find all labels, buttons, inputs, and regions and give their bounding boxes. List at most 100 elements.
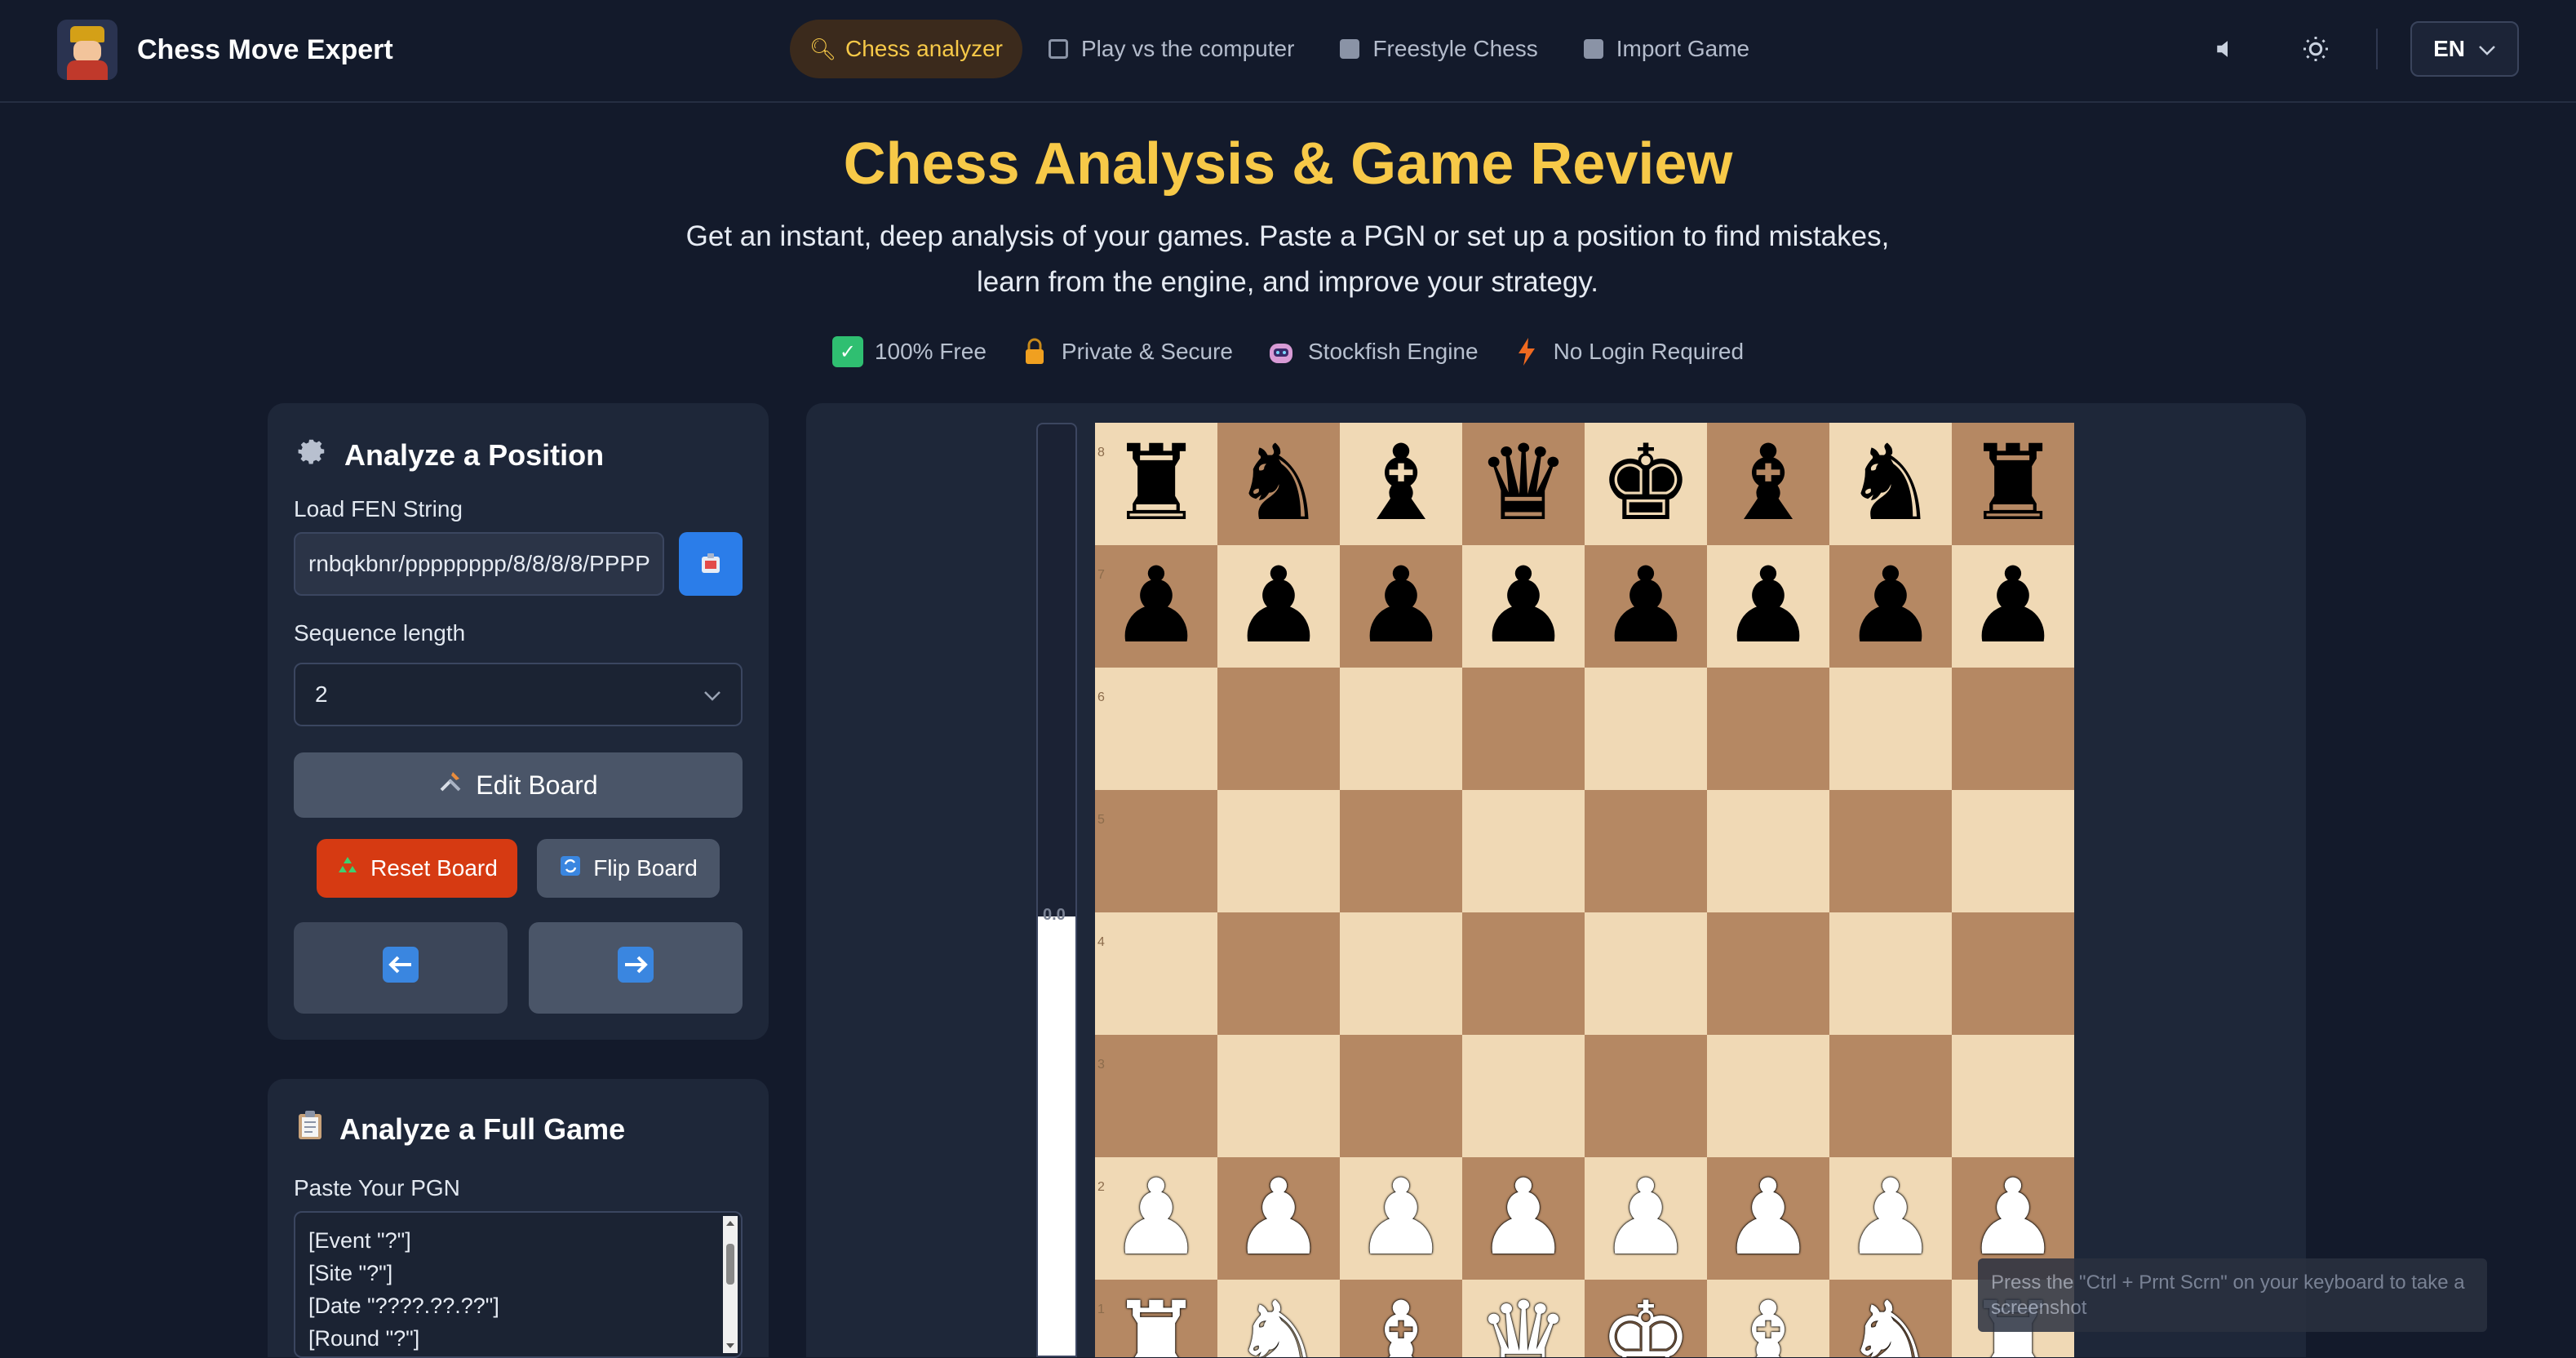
board-square[interactable] [1462, 1035, 1585, 1157]
board-square[interactable]: 2 ♟ [1095, 1157, 1217, 1280]
board-square[interactable]: ♟ [1707, 1157, 1829, 1280]
board-square[interactable]: ♟ [1340, 1157, 1462, 1280]
black-pawn-icon[interactable]: ♟ [1462, 545, 1585, 668]
board-square[interactable]: ♞ [1217, 423, 1340, 545]
nav-import-game[interactable]: Import Game [1564, 20, 1769, 78]
board-square[interactable] [1829, 790, 1952, 912]
board-square[interactable]: ♚ [1585, 1280, 1707, 1357]
board-square[interactable]: ♝ [1340, 423, 1462, 545]
board-square[interactable]: ♟ [1829, 545, 1952, 668]
reset-board-button[interactable]: Reset Board [317, 839, 517, 898]
black-pawn-icon[interactable]: ♟ [1829, 545, 1952, 668]
board-square[interactable]: 5 [1095, 790, 1217, 912]
white-rook-icon[interactable]: ♜ [1095, 1280, 1217, 1358]
black-bishop-icon[interactable]: ♝ [1707, 423, 1829, 545]
board-square[interactable]: 4 [1095, 912, 1217, 1035]
board-square[interactable]: ♟ [1707, 545, 1829, 668]
board-square[interactable] [1829, 1035, 1952, 1157]
board-square[interactable]: ♟ [1952, 545, 2074, 668]
board-square[interactable]: ♞ [1829, 1280, 1952, 1357]
board-square[interactable] [1585, 668, 1707, 790]
board-square[interactable] [1217, 912, 1340, 1035]
black-queen-icon[interactable]: ♛ [1462, 423, 1585, 545]
board-square[interactable]: 3 [1095, 1035, 1217, 1157]
next-move-button[interactable] [529, 922, 743, 1014]
board-square[interactable]: ♛ [1462, 423, 1585, 545]
board-square[interactable] [1952, 668, 2074, 790]
board-square[interactable]: ♚ [1585, 423, 1707, 545]
white-pawn-icon[interactable]: ♟ [1585, 1157, 1707, 1280]
sequence-length-select[interactable]: 2 [294, 663, 743, 726]
board-square[interactable]: 6 [1095, 668, 1217, 790]
board-square[interactable] [1462, 912, 1585, 1035]
brand[interactable]: Chess Move Expert [57, 20, 393, 80]
board-square[interactable]: ♟ [1585, 545, 1707, 668]
board-square[interactable] [1340, 912, 1462, 1035]
board-square[interactable]: ♟ [1585, 1157, 1707, 1280]
board-square[interactable]: ♝ [1707, 423, 1829, 545]
board-square[interactable]: ♟ [1217, 545, 1340, 668]
board-square[interactable] [1340, 668, 1462, 790]
edit-board-button[interactable]: Edit Board [294, 752, 743, 818]
prev-move-button[interactable] [294, 922, 508, 1014]
board-square[interactable] [1707, 668, 1829, 790]
board-square[interactable] [1340, 790, 1462, 912]
board-square[interactable] [1585, 1035, 1707, 1157]
white-knight-icon[interactable]: ♞ [1217, 1280, 1340, 1358]
board-square[interactable]: 1 ♜ [1095, 1280, 1217, 1357]
white-pawn-icon[interactable]: ♟ [1340, 1157, 1462, 1280]
board-square[interactable] [1217, 790, 1340, 912]
board-square[interactable] [1707, 1035, 1829, 1157]
black-knight-icon[interactable]: ♞ [1829, 423, 1952, 545]
board-square[interactable]: ♟ [1462, 1157, 1585, 1280]
flip-board-button[interactable]: Flip Board [537, 839, 720, 898]
sun-icon[interactable] [2288, 21, 2343, 77]
board-square[interactable]: ♟ [1462, 545, 1585, 668]
pgn-textarea[interactable]: [Event "?"] [Site "?"] [Date "????.??.??… [294, 1211, 743, 1358]
board-square[interactable]: ♞ [1829, 423, 1952, 545]
black-rook-icon[interactable]: ♜ [1952, 423, 2074, 545]
nav-freestyle-chess[interactable]: Freestyle Chess [1320, 20, 1557, 78]
black-pawn-icon[interactable]: ♟ [1707, 545, 1829, 668]
nav-play-computer[interactable]: Play vs the computer [1029, 20, 1314, 78]
white-pawn-icon[interactable]: ♟ [1707, 1157, 1829, 1280]
board-square[interactable]: 8 ♜ [1095, 423, 1217, 545]
white-pawn-icon[interactable]: ♟ [1217, 1157, 1340, 1280]
black-rook-icon[interactable]: ♜ [1095, 423, 1217, 545]
board-square[interactable] [1462, 790, 1585, 912]
white-pawn-icon[interactable]: ♟ [1095, 1157, 1217, 1280]
nav-chess-analyzer[interactable]: 🔍︎ Chess analyzer [790, 20, 1022, 78]
board-square[interactable]: ♞ [1217, 1280, 1340, 1357]
board-square[interactable] [1952, 790, 2074, 912]
board-square[interactable] [1585, 912, 1707, 1035]
black-pawn-icon[interactable]: ♟ [1340, 545, 1462, 668]
board-square[interactable] [1217, 1035, 1340, 1157]
board-square[interactable] [1707, 912, 1829, 1035]
board-square[interactable] [1340, 1035, 1462, 1157]
black-knight-icon[interactable]: ♞ [1217, 423, 1340, 545]
board-square[interactable]: ♟ [1217, 1157, 1340, 1280]
board-square[interactable]: ♝ [1707, 1280, 1829, 1357]
black-pawn-icon[interactable]: ♟ [1585, 545, 1707, 668]
language-select[interactable]: EN [2410, 21, 2519, 77]
fen-input[interactable] [294, 532, 664, 596]
white-pawn-icon[interactable]: ♟ [1462, 1157, 1585, 1280]
white-pawn-icon[interactable]: ♟ [1829, 1157, 1952, 1280]
board-square[interactable] [1829, 912, 1952, 1035]
board-square[interactable] [1462, 668, 1585, 790]
white-king-icon[interactable]: ♚ [1585, 1280, 1707, 1358]
board-square[interactable]: ♟ [1829, 1157, 1952, 1280]
scrollbar[interactable] [723, 1216, 738, 1353]
speaker-icon[interactable] [2200, 21, 2255, 77]
board-square[interactable]: ♛ [1462, 1280, 1585, 1357]
board-square[interactable] [1707, 790, 1829, 912]
board-square[interactable] [1217, 668, 1340, 790]
board-square[interactable] [1585, 790, 1707, 912]
black-pawn-icon[interactable]: ♟ [1952, 545, 2074, 668]
board-square[interactable] [1829, 668, 1952, 790]
white-knight-icon[interactable]: ♞ [1829, 1280, 1952, 1358]
white-bishop-icon[interactable]: ♝ [1340, 1280, 1462, 1358]
board-square[interactable] [1952, 912, 2074, 1035]
black-king-icon[interactable]: ♚ [1585, 423, 1707, 545]
board-square[interactable] [1952, 1035, 2074, 1157]
